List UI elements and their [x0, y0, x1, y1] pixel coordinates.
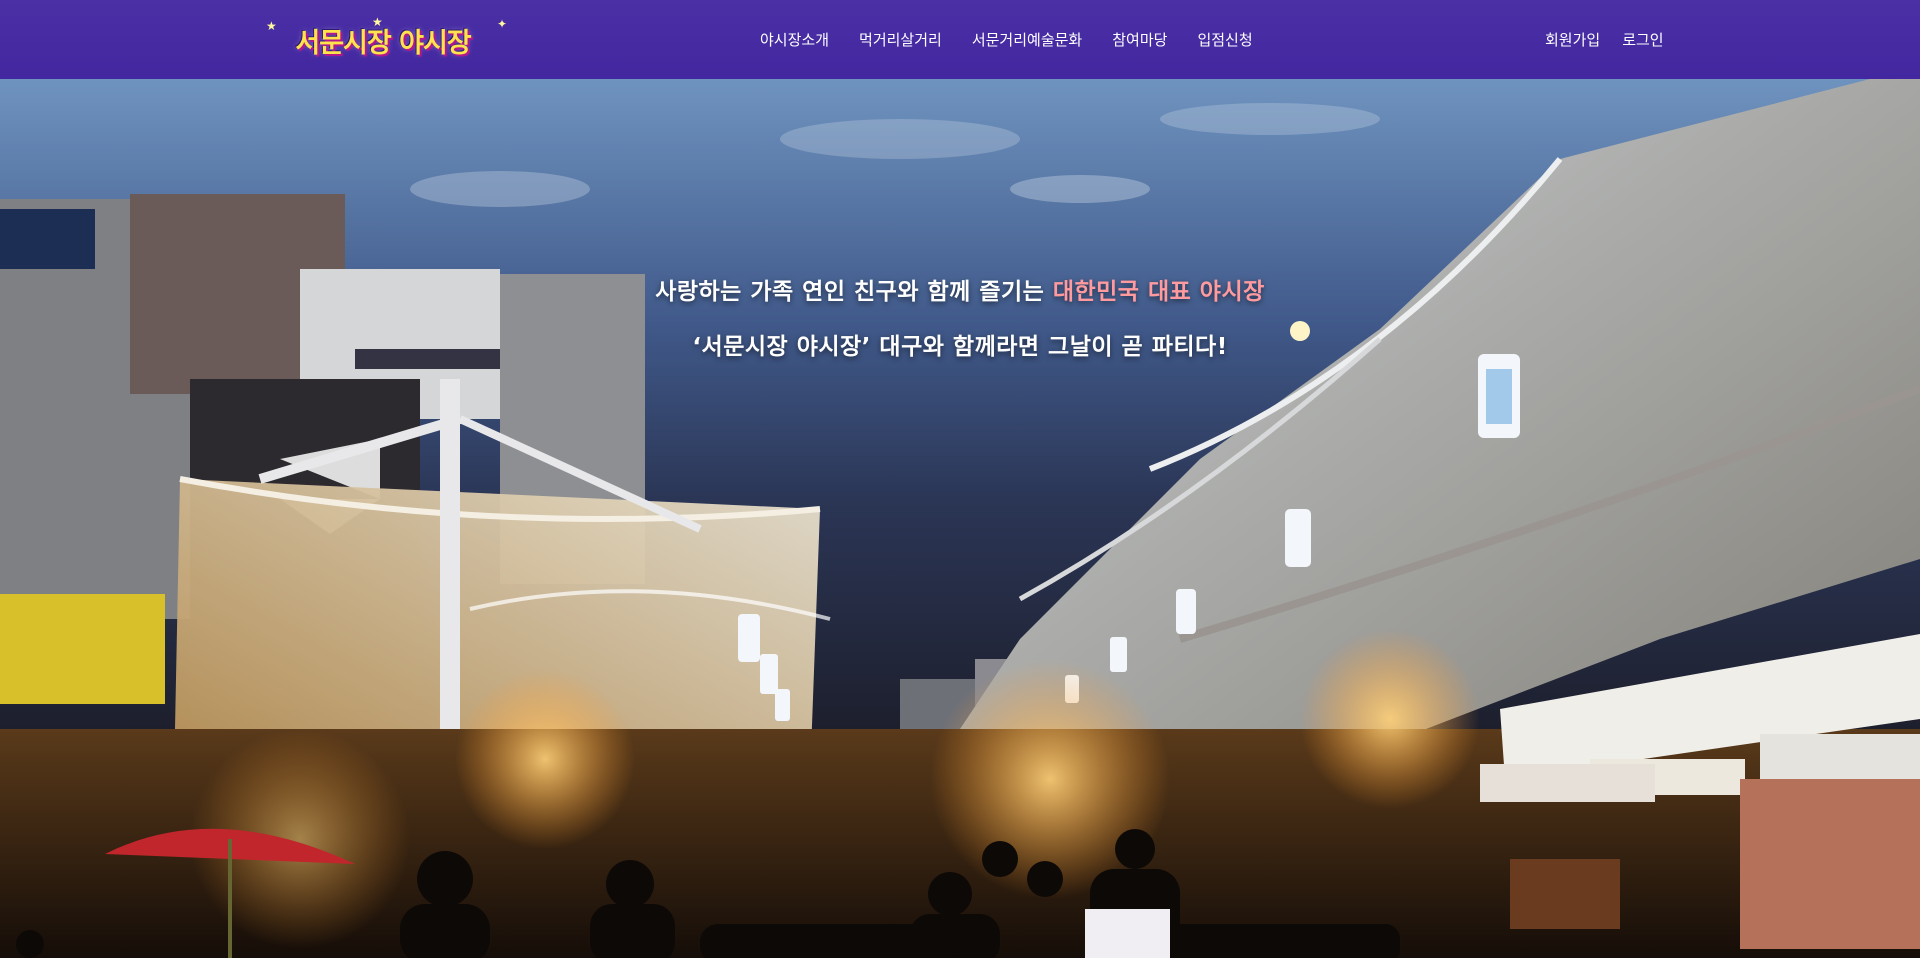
site-logo[interactable]: ★ ★ ✦ 서문시장 야시장	[262, 15, 507, 59]
main-nav: 야시장소개 먹거리살거리 서문거리예술문화 참여마당 입점신청	[760, 0, 1253, 79]
logo-text: 서문시장 야시장	[295, 27, 471, 59]
signup-link[interactable]: 회원가입	[1545, 29, 1600, 50]
hero-tagline-line1: 사랑하는 가족 연인 친구와 함께 즐기는 대한민국 대표 야시장	[0, 272, 1920, 306]
hero-tagline-line2: ‘서문시장 야시장’ 대구와 함께라면 그날이 곧 파티다!	[692, 334, 1228, 360]
hero-tagline-prefix: 사랑하는 가족 연인 친구와 함께 즐기는	[655, 279, 1053, 305]
auth-links: 회원가입 로그인	[1545, 0, 1664, 79]
login-link[interactable]: 로그인	[1622, 29, 1663, 50]
star-icon: ★	[372, 15, 383, 29]
nav-item-market-intro[interactable]: 야시장소개	[760, 29, 829, 50]
night-market-photo	[0, 79, 1920, 958]
nav-item-street-art-culture[interactable]: 서문거리예술문화	[972, 29, 1082, 50]
nav-item-participation[interactable]: 참여마당	[1112, 29, 1167, 50]
hero-tagline-highlight: 대한민국 대표 야시장	[1052, 279, 1265, 305]
site-header: ★ ★ ✦ 서문시장 야시장 야시장소개 먹거리살거리 서문거리예술문화 참여마…	[0, 0, 1920, 79]
hero-banner: 사랑하는 가족 연인 친구와 함께 즐기는 대한민국 대표 야시장 ‘서문시장 …	[0, 79, 1920, 958]
star-icon: ✦	[496, 17, 507, 31]
nav-item-food-shopping[interactable]: 먹거리살거리	[859, 29, 942, 50]
star-icon: ★	[266, 19, 277, 33]
nav-item-vendor-application[interactable]: 입점신청	[1197, 29, 1252, 50]
